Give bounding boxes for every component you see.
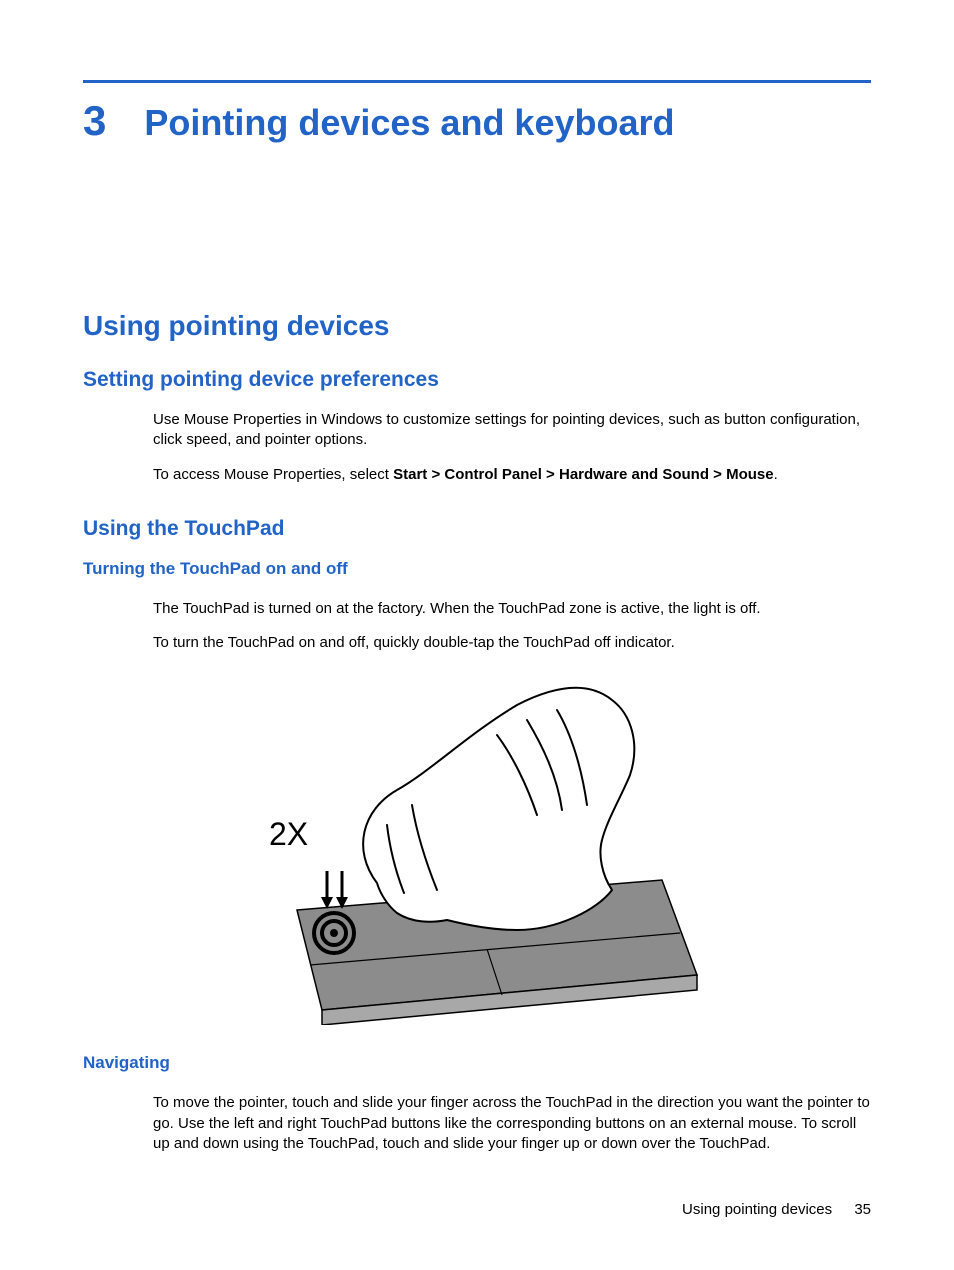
paragraph: To access Mouse Properties, select Start… — [153, 465, 871, 485]
paragraph: Use Mouse Properties in Windows to custo… — [153, 410, 871, 451]
footer-section-name: Using pointing devices — [682, 1201, 832, 1218]
footer-page-number: 35 — [854, 1201, 871, 1218]
chapter-rule — [83, 80, 871, 83]
text-bold: Start > Control Panel > Hardware and Sou… — [393, 466, 774, 483]
body-block-navigating: To move the pointer, touch and slide you… — [153, 1093, 871, 1154]
chapter-title: Pointing devices and keyboard — [144, 102, 674, 144]
hand-icon — [363, 688, 634, 930]
paragraph: To turn the TouchPad on and off, quickly… — [153, 633, 871, 653]
illustration-label: 2X — [269, 816, 308, 852]
body-block-turning: The TouchPad is turned on at the factory… — [153, 599, 871, 654]
touchpad-illustration: 2X — [242, 675, 712, 1025]
page-footer: Using pointing devices 35 — [682, 1201, 871, 1218]
paragraph: To move the pointer, touch and slide you… — [153, 1093, 871, 1154]
section-heading-using-pointing-devices: Using pointing devices — [83, 310, 871, 342]
body-block-preferences: Use Mouse Properties in Windows to custo… — [153, 410, 871, 485]
subsubheading-turning-on-off: Turning the TouchPad on and off — [83, 559, 871, 579]
text-run: To access Mouse Properties, select — [153, 466, 393, 483]
subheading-using-touchpad: Using the TouchPad — [83, 517, 871, 541]
touchpad-diagram-svg: 2X — [242, 675, 712, 1025]
chapter-heading: 3 Pointing devices and keyboard — [83, 97, 871, 145]
text-run: . — [774, 466, 778, 483]
chapter-number: 3 — [83, 97, 106, 145]
paragraph: The TouchPad is turned on at the factory… — [153, 599, 871, 619]
subsubheading-navigating: Navigating — [83, 1053, 871, 1073]
subheading-setting-preferences: Setting pointing device preferences — [83, 368, 871, 392]
